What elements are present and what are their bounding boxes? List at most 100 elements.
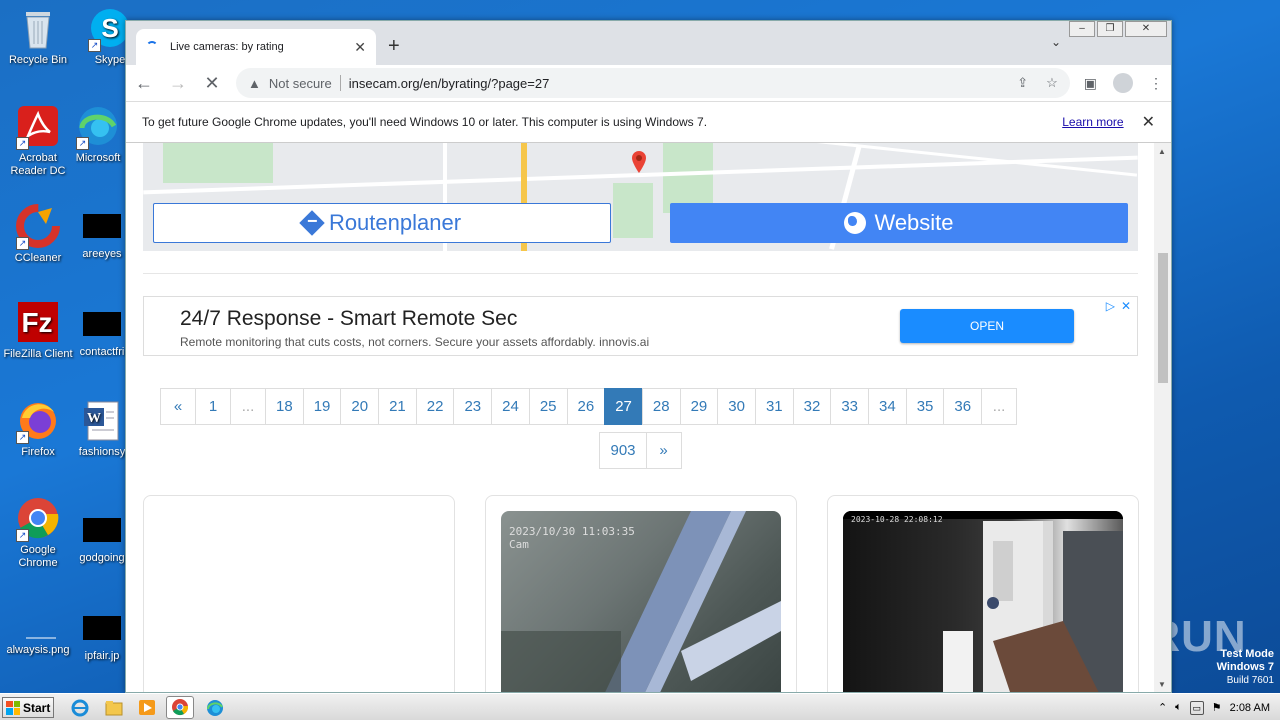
pagination-page[interactable]: 20	[340, 388, 380, 425]
taskbar-edge-icon[interactable]	[205, 698, 225, 717]
stop-loading-icon[interactable]: ✕	[202, 73, 222, 94]
desktop-icon-recycle-bin[interactable]: Recycle Bin	[0, 6, 76, 67]
network-icon[interactable]: ▭	[1189, 700, 1204, 715]
scroll-down-arrow-icon[interactable]: ▼	[1158, 680, 1166, 689]
tab-live-cameras[interactable]: Live cameras: by rating ✕	[136, 29, 376, 65]
edge-icon: ↗	[76, 104, 120, 150]
desktop-icon-label: contactfri	[79, 346, 125, 358]
volume-icon[interactable]: 🔈︎	[1175, 701, 1182, 714]
pagination-page[interactable]: 23	[453, 388, 493, 425]
pagination-page[interactable]: 36	[943, 388, 983, 425]
page-content: Routenplaner Website 24/7 Response - Sma…	[126, 143, 1155, 692]
pagination-page[interactable]: 18	[265, 388, 304, 425]
pagination-prev[interactable]: «	[160, 388, 196, 425]
back-arrow-icon[interactable]: ←	[134, 73, 154, 94]
pagination-page[interactable]: 34	[868, 388, 907, 425]
toolbar-right: ▣ ⋮	[1084, 73, 1163, 93]
pagination-page[interactable]: 22	[415, 388, 455, 425]
tab-strip: Live cameras: by rating ✕ + ⌄ – ❐ ✕	[126, 21, 1171, 65]
side-panel-icon[interactable]: ▣	[1084, 75, 1097, 92]
route-planner-button[interactable]: Routenplaner	[153, 203, 611, 243]
minimize-button[interactable]: –	[1069, 21, 1095, 37]
camera-thumbnail[interactable]: 2023/10/30 11:03:35 Cam	[501, 511, 781, 692]
svg-text:Fz: Fz	[21, 307, 52, 338]
shortcut-arrow-icon: ↗	[16, 431, 29, 444]
recycle-bin-icon	[16, 6, 60, 50]
taskbar-media-player-icon[interactable]	[137, 698, 157, 717]
pagination-page[interactable]: 25	[528, 388, 568, 425]
ad-description: Remote monitoring that cuts costs, not c…	[180, 335, 650, 349]
pagination-page[interactable]: 35	[905, 388, 945, 425]
start-button[interactable]: Start	[2, 697, 54, 718]
warning-triangle-icon[interactable]: ▲	[248, 76, 261, 91]
action-center-flag-icon[interactable]: ⚑	[1212, 701, 1222, 714]
infobar-message: To get future Google Chrome updates, you…	[142, 115, 708, 129]
pagination-page[interactable]: 24	[491, 388, 530, 425]
adchoices-play-icon[interactable]: ▷	[1106, 299, 1115, 313]
clock[interactable]: 2:08 AM	[1230, 702, 1270, 714]
ad-title[interactable]: 24/7 Response - Smart Remote Sec	[180, 307, 517, 331]
taskbar-chrome-icon[interactable]	[166, 696, 194, 719]
pagination-page[interactable]: 32	[792, 388, 832, 425]
profile-avatar-icon[interactable]	[1113, 73, 1133, 93]
camera-card-empty[interactable]	[143, 495, 455, 692]
acrobat-icon: ↗	[16, 104, 60, 150]
ad-close-icon[interactable]: ✕	[1121, 299, 1131, 313]
security-label[interactable]: Not secure	[269, 76, 332, 91]
test-mode-line2: Windows 7	[1216, 661, 1274, 673]
ad-open-button[interactable]: OPEN	[900, 309, 1074, 343]
map-park-area	[613, 183, 653, 238]
taskbar-explorer-icon[interactable]	[104, 698, 124, 717]
pagination-ellipsis: ...	[981, 388, 1018, 425]
ad-choices[interactable]: ▷ ✕	[1106, 299, 1131, 313]
pagination-page[interactable]: 33	[830, 388, 869, 425]
menu-kebab-icon[interactable]: ⋮	[1149, 75, 1163, 92]
pagination-page[interactable]: 28	[641, 388, 681, 425]
camera-thumbnail[interactable]: 2023-10-28 22:08:12	[843, 511, 1123, 692]
pagination-page[interactable]: 21	[378, 388, 417, 425]
pagination-page[interactable]: 26	[566, 388, 606, 425]
omnibox-separator	[339, 75, 341, 91]
test-mode-line1: Test Mode	[1220, 648, 1274, 660]
page-scrollbar[interactable]: ▲ ▼	[1154, 143, 1171, 692]
tab-search-chevron-icon[interactable]: ⌄	[1051, 35, 1061, 49]
infobar-close-icon[interactable]: ✕	[1142, 112, 1155, 132]
share-icon[interactable]: ⇪	[1017, 75, 1028, 91]
pagination-page[interactable]: 31	[754, 388, 794, 425]
test-mode-line3: Build 7601	[1226, 675, 1274, 686]
address-bar[interactable]: ▲ Not secure insecam.org/en/byrating/?pa…	[236, 68, 1070, 98]
pagination-page[interactable]: 19	[302, 388, 342, 425]
desktop-icon-label: areeyes	[82, 248, 122, 260]
camera-timestamp: 2023/10/30 11:03:35 Cam	[509, 525, 635, 551]
pagination-page[interactable]: 1	[195, 388, 231, 425]
desktop-icon-label: godgoing	[79, 552, 125, 564]
pagination-page[interactable]: 30	[717, 388, 756, 425]
pagination-page[interactable]: 903	[599, 432, 647, 469]
map-widget[interactable]: Routenplaner Website	[143, 143, 1138, 251]
maximize-button[interactable]: ❐	[1097, 21, 1123, 37]
file-icon	[83, 616, 121, 640]
pagination-page[interactable]: 27	[604, 388, 643, 425]
directions-icon	[299, 210, 325, 236]
forward-arrow-icon[interactable]: →	[168, 73, 188, 94]
pagination-page[interactable]: 29	[679, 388, 719, 425]
taskbar-ie-icon[interactable]	[70, 698, 90, 717]
desktop-icon-label: Recycle Bin	[8, 54, 68, 66]
desktop-icon-label: Google Chrome	[18, 544, 58, 569]
scrollbar-thumb[interactable]	[1158, 253, 1168, 383]
close-window-button[interactable]: ✕	[1125, 21, 1167, 37]
firefox-icon: ↗	[16, 398, 60, 444]
scroll-up-arrow-icon[interactable]: ▲	[1158, 147, 1166, 156]
url-text[interactable]: insecam.org/en/byrating/?page=27	[349, 76, 550, 91]
camera-card[interactable]: 2023-10-28 22:08:12	[827, 495, 1139, 692]
divider	[143, 273, 1138, 274]
camera-card[interactable]: 2023/10/30 11:03:35 Cam	[485, 495, 797, 692]
tray-expand-icon[interactable]: ⌃	[1158, 701, 1167, 714]
tab-close-icon[interactable]: ✕	[354, 39, 366, 56]
website-button[interactable]: Website	[670, 203, 1128, 243]
new-tab-button[interactable]: +	[388, 35, 400, 58]
pagination-next[interactable]: »	[645, 432, 682, 469]
learn-more-link[interactable]: Learn more	[1062, 115, 1123, 129]
ad-banner[interactable]: 24/7 Response - Smart Remote Sec Remote …	[143, 296, 1138, 356]
bookmark-star-icon[interactable]: ☆	[1046, 75, 1058, 91]
